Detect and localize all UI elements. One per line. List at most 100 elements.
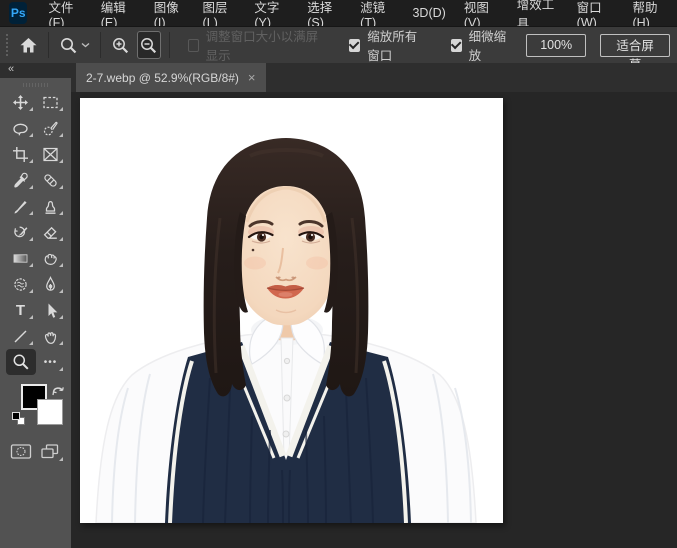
path-selection-tool[interactable] bbox=[36, 297, 66, 323]
hand-tool[interactable] bbox=[36, 323, 66, 349]
checkbox-unchecked-icon bbox=[188, 39, 199, 52]
frame-tool[interactable] bbox=[36, 141, 66, 167]
crop-icon bbox=[12, 146, 29, 163]
document-tab-bar: 2-7.webp @ 52.9%(RGB/8#) × bbox=[71, 63, 677, 92]
zoom-out-icon bbox=[139, 36, 158, 55]
brush-icon bbox=[12, 198, 29, 215]
lasso-tool[interactable] bbox=[6, 115, 36, 141]
eyedropper-icon bbox=[12, 172, 29, 189]
move-tool[interactable] bbox=[6, 89, 36, 115]
fit-screen-button[interactable]: 适合屏幕 bbox=[600, 34, 670, 57]
home-icon bbox=[19, 36, 38, 55]
screen-mode-icon bbox=[40, 443, 60, 460]
eyedropper-tool[interactable] bbox=[6, 167, 36, 193]
type-tool[interactable]: T bbox=[6, 297, 36, 323]
healing-brush-icon bbox=[42, 172, 59, 189]
document-tab[interactable]: 2-7.webp @ 52.9%(RGB/8#) × bbox=[76, 63, 266, 92]
scrubby-zoom-checkbox[interactable]: 细微缩放 bbox=[451, 26, 510, 64]
resize-windows-checkbox[interactable]: 调整窗口大小以满屏显示 bbox=[188, 26, 320, 64]
menu-3d[interactable]: 3D(D) bbox=[403, 0, 454, 26]
smudge-tool[interactable] bbox=[36, 245, 66, 271]
zoom-in-icon bbox=[111, 36, 130, 55]
document-tab-title: 2-7.webp @ 52.9%(RGB/8#) bbox=[86, 71, 239, 85]
quick-selection-tool[interactable] bbox=[36, 115, 66, 141]
chevron-down-icon[interactable] bbox=[80, 31, 92, 59]
eraser-tool[interactable] bbox=[36, 219, 66, 245]
line-tool[interactable] bbox=[6, 323, 36, 349]
menu-edit[interactable]: 编辑(E) bbox=[92, 0, 145, 26]
quick-selection-icon bbox=[42, 120, 59, 137]
lasso-icon bbox=[12, 120, 29, 137]
collapse-chevrons-icon: « bbox=[8, 63, 13, 75]
history-brush-tool[interactable] bbox=[6, 219, 36, 245]
divider bbox=[169, 32, 170, 58]
menu-select[interactable]: 选择(S) bbox=[298, 0, 351, 26]
magnifier-icon bbox=[59, 36, 78, 55]
menu-view[interactable]: 视图(V) bbox=[455, 0, 508, 26]
screen-mode-button[interactable] bbox=[38, 441, 62, 461]
options-grip[interactable] bbox=[5, 33, 8, 57]
panel-collapse-button[interactable]: « bbox=[0, 63, 71, 78]
menu-file[interactable]: 文件(F) bbox=[39, 0, 91, 26]
close-tab-icon[interactable]: × bbox=[248, 70, 256, 85]
divider bbox=[100, 32, 101, 58]
gradient-tool[interactable] bbox=[6, 245, 36, 271]
menu-layer[interactable]: 图层(L) bbox=[194, 0, 246, 26]
zoom-all-windows-checkbox[interactable]: 缩放所有窗口 bbox=[349, 26, 428, 64]
zoom-tool-options-button[interactable] bbox=[57, 31, 80, 59]
menu-filter[interactable]: 滤镜(T) bbox=[351, 0, 403, 26]
frame-icon bbox=[42, 146, 59, 163]
background-color-swatch[interactable] bbox=[37, 399, 63, 425]
pen-tool[interactable] bbox=[36, 271, 66, 297]
photoshop-logo-icon: Ps bbox=[9, 2, 27, 24]
clone-stamp-tool[interactable] bbox=[36, 193, 66, 219]
marquee-tool[interactable] bbox=[36, 89, 66, 115]
marquee-icon bbox=[42, 94, 59, 111]
menu-plugins[interactable]: 增效工具 bbox=[508, 0, 568, 26]
path-selection-icon bbox=[42, 302, 59, 319]
home-button[interactable] bbox=[16, 31, 39, 59]
color-swatches bbox=[0, 383, 71, 435]
menu-image[interactable]: 图像(I) bbox=[145, 0, 194, 26]
zoom-tool[interactable] bbox=[6, 349, 36, 375]
menu-window[interactable]: 窗口(W) bbox=[568, 0, 624, 26]
line-icon bbox=[12, 328, 29, 345]
document-canvas[interactable] bbox=[80, 98, 503, 523]
portrait-photo bbox=[80, 98, 503, 523]
default-colors-icon[interactable] bbox=[12, 412, 25, 425]
divider bbox=[48, 32, 49, 58]
toolbar-grip[interactable] bbox=[23, 83, 49, 87]
menu-help[interactable]: 帮助(H) bbox=[623, 0, 677, 26]
pen-icon bbox=[42, 276, 59, 293]
ellipsis-icon: ••• bbox=[44, 357, 58, 368]
zoom-out-button[interactable] bbox=[137, 31, 161, 59]
move-icon bbox=[12, 94, 29, 111]
menu-bar: Ps 文件(F) 编辑(E) 图像(I) 图层(L) 文字(Y) 选择(S) 滤… bbox=[0, 0, 677, 26]
zoom-all-windows-label: 缩放所有窗口 bbox=[367, 26, 428, 64]
resize-windows-label: 调整窗口大小以满屏显示 bbox=[206, 26, 320, 64]
quick-mask-icon bbox=[10, 443, 32, 460]
eraser-icon bbox=[42, 224, 59, 241]
zoom-percent-button[interactable]: 100% bbox=[526, 34, 586, 57]
zoom-icon bbox=[12, 353, 30, 371]
menu-type[interactable]: 文字(Y) bbox=[245, 0, 298, 26]
checkbox-checked-icon bbox=[451, 39, 462, 52]
tools-panel: « bbox=[0, 63, 71, 548]
smudge-finger-icon bbox=[42, 250, 59, 267]
quick-mask-button[interactable] bbox=[9, 441, 33, 461]
scrubby-zoom-label: 细微缩放 bbox=[469, 26, 510, 64]
sponge-icon bbox=[12, 276, 29, 293]
options-bar: 调整窗口大小以满屏显示 缩放所有窗口 细微缩放 100% 适合屏幕 bbox=[0, 26, 677, 63]
healing-brush-tool[interactable] bbox=[36, 167, 66, 193]
hand-icon bbox=[42, 328, 59, 345]
edit-toolbar-button[interactable]: ••• bbox=[36, 349, 66, 375]
brush-tool[interactable] bbox=[6, 193, 36, 219]
photoshop-window: Ps 文件(F) 编辑(E) 图像(I) 图层(L) 文字(Y) 选择(S) 滤… bbox=[0, 0, 677, 548]
checkbox-checked-icon bbox=[349, 39, 360, 52]
type-icon: T bbox=[16, 302, 25, 319]
history-brush-icon bbox=[12, 224, 29, 241]
zoom-in-button[interactable] bbox=[109, 31, 132, 59]
canvas-work-area[interactable] bbox=[71, 92, 677, 548]
sponge-tool[interactable] bbox=[6, 271, 36, 297]
crop-tool[interactable] bbox=[6, 141, 36, 167]
